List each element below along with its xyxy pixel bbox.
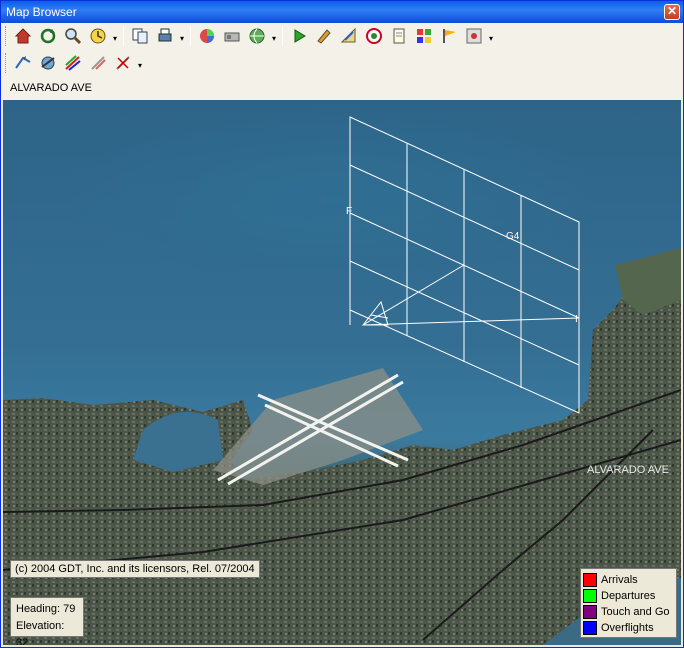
home-button[interactable] (11, 24, 35, 48)
heading-readout: Heading: 79 (16, 603, 76, 615)
dropdown-arrow-icon[interactable]: ▾ (178, 24, 186, 48)
target-button[interactable] (362, 24, 386, 48)
settings-button[interactable] (462, 24, 486, 48)
target-icon (366, 28, 382, 44)
current-street-label: ALVARADO AVE (10, 82, 92, 94)
color-wheel-button[interactable] (195, 24, 219, 48)
flight-globe-icon (41, 56, 55, 70)
map-street-label: ALVARADO AVE (587, 464, 669, 476)
settings-icon (466, 28, 482, 44)
copyright-notice: (c) 2004 GDT, Inc. and its licensors, Re… (10, 560, 260, 578)
map-view[interactable]: F G4 I ALVARADO AVE (c) 2004 GDT, Inc. a… (3, 100, 681, 645)
camera-info-panel: Heading: 79 Elevation: 32 (10, 597, 84, 645)
window-title: Map Browser (6, 5, 77, 19)
print-button[interactable] (153, 24, 177, 48)
legend-swatch (583, 589, 597, 603)
close-button[interactable]: ✕ (664, 4, 680, 20)
dropdown-arrow-icon[interactable]: ▾ (136, 51, 144, 75)
zoom-button[interactable] (61, 24, 85, 48)
toolbar-separator (190, 26, 191, 46)
title-bar[interactable]: Map Browser ✕ (1, 1, 683, 23)
flight-clear-button[interactable] (111, 51, 135, 75)
notepad-icon (393, 28, 405, 44)
toolbar: ▾ ▾ ▾ ▾ ▾ ALVARADO AVE (1, 23, 683, 100)
toolbar-grip[interactable] (5, 26, 8, 46)
legend-label: Touch and Go (601, 606, 670, 618)
legend-label: Overflights (601, 622, 654, 634)
ruler-icon (340, 27, 356, 43)
dropdown-arrow-icon[interactable]: ▾ (487, 24, 495, 48)
reload-button[interactable] (36, 24, 60, 48)
legend-swatch (583, 573, 597, 587)
dropdown-arrow-icon[interactable]: ▾ (111, 24, 119, 48)
toolbar-grip[interactable] (5, 53, 8, 73)
print-icon (158, 28, 172, 42)
legend-item[interactable]: Touch and Go (583, 604, 674, 620)
color-wheel-icon (200, 29, 214, 43)
flag-3d-button[interactable] (437, 24, 461, 48)
notepad-button[interactable] (387, 24, 411, 48)
layers-icon (224, 32, 240, 42)
palette-icon (417, 29, 431, 43)
legend-label: Arrivals (601, 574, 638, 586)
toolbar-row-1: ▾ ▾ ▾ ▾ (5, 23, 495, 49)
flight-globe-button[interactable] (36, 51, 60, 75)
copy-button[interactable] (128, 24, 152, 48)
home-icon (14, 28, 32, 44)
ruler-button[interactable] (337, 24, 361, 48)
legend-item[interactable]: Arrivals (583, 572, 674, 588)
grid-label-right: I (575, 314, 578, 325)
dropdown-arrow-icon[interactable]: ▾ (270, 24, 278, 48)
zoom-icon (65, 28, 82, 45)
flight-track-button[interactable] (11, 51, 35, 75)
legend-item[interactable]: Departures (583, 588, 674, 604)
copy-icon (132, 28, 148, 44)
legend-label: Departures (601, 590, 656, 602)
map-browser-window: Map Browser ✕ ▾ ▾ ▾ ▾ ▾ ALVARADO AVE F G… (0, 0, 684, 648)
legend-swatch (583, 605, 597, 619)
flight-filter-button[interactable] (86, 51, 110, 75)
toolbar-row-2: ▾ (5, 50, 144, 76)
grid-label-center: G4 (506, 231, 520, 242)
palette-button[interactable] (412, 24, 436, 48)
clock-icon (90, 28, 106, 44)
flag-3d-icon (443, 29, 456, 43)
flight-multi-icon (65, 55, 81, 71)
clock-button[interactable] (86, 24, 110, 48)
grid-label-left: F (346, 206, 353, 217)
play-icon (294, 29, 306, 43)
edit-path-icon (317, 29, 331, 44)
legend-item[interactable]: Overflights (583, 620, 674, 636)
legend-swatch (583, 621, 597, 635)
globe-button[interactable] (245, 24, 269, 48)
flight-multi-button[interactable] (61, 51, 85, 75)
globe-icon (249, 28, 265, 44)
flight-clear-icon (116, 56, 130, 70)
toolbar-separator (123, 26, 124, 46)
reload-icon (40, 28, 56, 44)
flight-filter-icon (91, 56, 106, 70)
edit-path-button[interactable] (312, 24, 336, 48)
layers-button[interactable] (220, 24, 244, 48)
flight-track-icon (15, 56, 31, 69)
play-button[interactable] (287, 24, 311, 48)
toolbar-separator (282, 26, 283, 46)
elevation-readout: Elevation: 32 (16, 620, 65, 645)
flight-legend: Arrivals Departures Touch and Go Overflight… (580, 568, 677, 638)
